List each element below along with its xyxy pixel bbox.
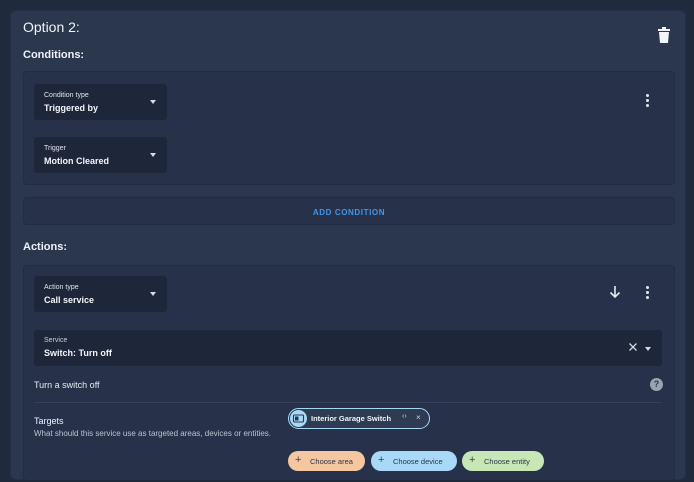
divider <box>34 402 662 403</box>
action-card: Action type Call service Service Switch:… <box>23 265 675 481</box>
option-card: Option 2: Conditions: Condition type Tri… <box>10 10 686 481</box>
target-entity-chip[interactable]: Interior Garage Switch ‹› × <box>288 408 430 429</box>
service-select[interactable]: Service Switch: Turn off <box>34 330 662 366</box>
dropdown-arrow-icon <box>150 153 156 157</box>
condition-type-label: Condition type <box>44 92 89 99</box>
plus-icon: + <box>378 454 385 466</box>
plus-icon: + <box>469 454 476 466</box>
condition-type-value: Triggered by <box>44 103 99 113</box>
condition-type-select[interactable]: Condition type Triggered by <box>34 84 167 120</box>
dropdown-arrow-icon <box>150 292 156 296</box>
action-type-select[interactable]: Action type Call service <box>34 276 167 312</box>
plus-icon: + <box>295 454 302 466</box>
automation-editor: Option 2: Conditions: Condition type Tri… <box>0 0 694 482</box>
service-label: Service <box>44 337 68 344</box>
remove-icon[interactable]: × <box>416 413 421 422</box>
add-condition-label: ADD CONDITION <box>312 208 386 217</box>
trigger-select[interactable]: Trigger Motion Cleared <box>34 137 167 173</box>
targets-title: Targets <box>34 416 64 426</box>
expand-icon[interactable]: ‹› <box>402 413 407 420</box>
clear-icon[interactable] <box>628 342 638 352</box>
service-description: Turn a switch off <box>34 380 100 390</box>
option-title: Option 2: <box>23 19 80 35</box>
condition-card: Condition type Triggered by Trigger Moti… <box>23 71 675 185</box>
choose-device-button[interactable]: + Choose device <box>371 451 457 471</box>
help-icon[interactable]: ? <box>650 378 663 391</box>
service-value: Switch: Turn off <box>44 348 112 358</box>
overflow-menu-icon[interactable] <box>644 94 650 108</box>
choose-entity-label: Choose entity <box>484 457 530 466</box>
choose-device-label: Choose device <box>393 457 443 466</box>
action-type-value: Call service <box>44 295 95 305</box>
trash-icon[interactable] <box>657 27 671 43</box>
trigger-value: Motion Cleared <box>44 156 110 166</box>
overflow-menu-icon[interactable] <box>644 286 650 300</box>
targets-description: What should this service use as targeted… <box>34 429 272 438</box>
add-condition-button[interactable]: ADD CONDITION <box>23 197 675 225</box>
arrow-down-icon[interactable] <box>609 285 621 299</box>
actions-heading: Actions: <box>23 241 67 253</box>
choose-area-label: Choose area <box>310 457 353 466</box>
target-entity-label: Interior Garage Switch <box>311 414 392 423</box>
switch-icon <box>290 410 307 427</box>
dropdown-arrow-icon <box>150 100 156 104</box>
trigger-label: Trigger <box>44 145 66 152</box>
dropdown-arrow-icon <box>645 347 651 351</box>
choose-area-button[interactable]: + Choose area <box>288 451 365 471</box>
choose-entity-button[interactable]: + Choose entity <box>462 451 544 471</box>
conditions-heading: Conditions: <box>23 49 85 61</box>
action-type-label: Action type <box>44 284 79 291</box>
